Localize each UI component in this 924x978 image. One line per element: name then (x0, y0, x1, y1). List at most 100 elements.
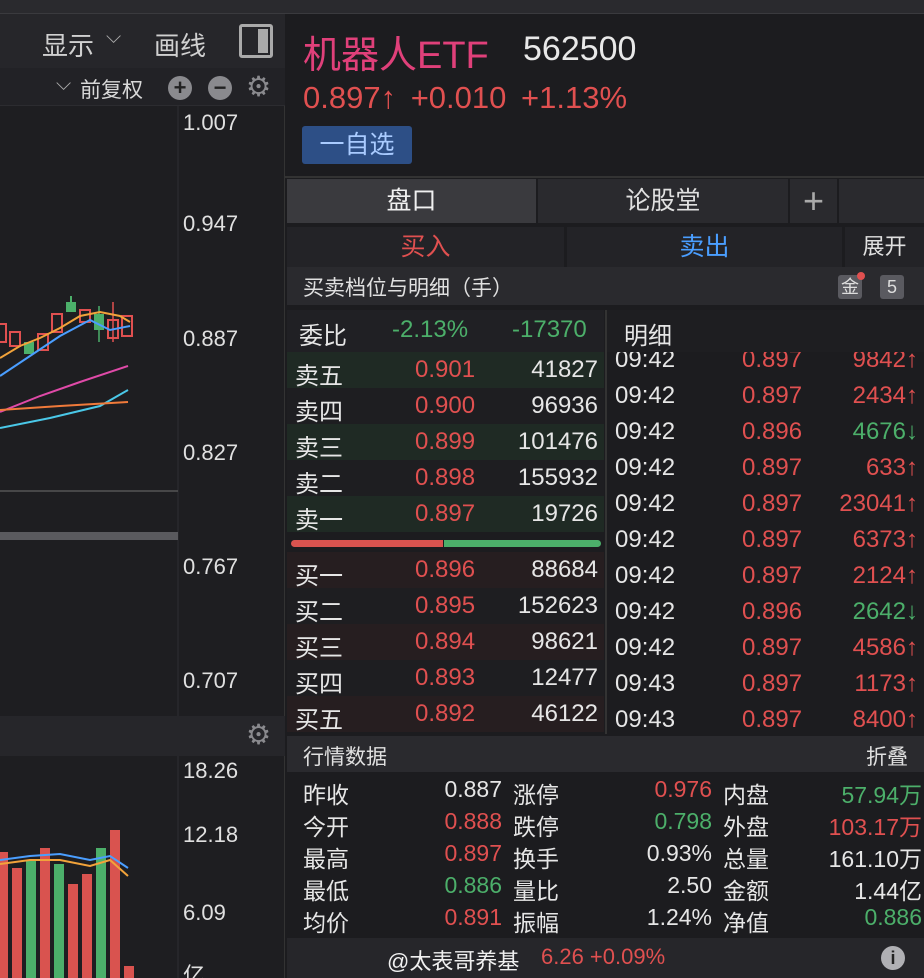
market-field-label: 最高 (303, 846, 349, 872)
bid-row[interactable]: 买五 0.892 46122 (287, 696, 604, 734)
draw-line-button[interactable]: 画线 (154, 26, 206, 63)
chevron-down-icon[interactable]: ⌵ (56, 73, 71, 96)
market-data-grid: 昨收 0.887 涨停 0.976 内盘 57.94万 今开 0.888 跌停 0.798 外盘 10… (287, 776, 924, 936)
tab-pankou[interactable]: 盘口 (287, 179, 536, 223)
divider (285, 176, 924, 178)
depth-level-badge[interactable]: 5 (880, 275, 904, 299)
bid-row[interactable]: 买一 0.896 88684 (287, 552, 604, 590)
ask-row[interactable]: 卖三 0.899 101476 (287, 424, 604, 462)
ask-row[interactable]: 卖五 0.901 41827 (287, 352, 604, 390)
tab-bar-filler (839, 179, 924, 223)
window-top-strip (285, 0, 924, 14)
expand-button[interactable]: 展开 (845, 227, 924, 267)
trade-time: 09:42 (615, 598, 676, 625)
security-name: 机器人ETF (303, 35, 489, 77)
market-field-value: 161.10万 (828, 846, 922, 872)
trade-row: 09:43 0.897 8400↑ (607, 702, 924, 732)
trade-price: 0.897 (742, 634, 803, 661)
market-field-value: 1.24% (646, 904, 712, 930)
trade-volume: 23041↑ (839, 490, 918, 517)
trade-price: 0.897 (742, 352, 803, 373)
market-field-label: 跌停 (513, 814, 559, 840)
bid-row[interactable]: 买二 0.895 152623 (287, 588, 604, 626)
market-field-value: 1.44亿 (854, 878, 922, 904)
trade-time: 09:42 (615, 352, 676, 373)
market-field-label: 昨收 (303, 782, 349, 808)
order-ratio-pct: -2.13% (392, 316, 469, 343)
trade-volume: 4676↓ (852, 418, 918, 445)
trade-time: 09:43 (615, 706, 676, 732)
market-field-label: 量比 (513, 878, 559, 904)
zoom-in-icon[interactable]: + (168, 76, 192, 100)
layout-toggle-icon[interactable] (239, 24, 273, 58)
market-field-label: 总量 (723, 846, 769, 872)
market-field-label: 金额 (723, 878, 769, 904)
trade-volume: 9842↑ (852, 352, 918, 373)
market-field-value: 0.93% (646, 840, 712, 866)
price-line: 0.897↑ +0.010 +1.13% (303, 80, 627, 116)
settings-gear-icon[interactable]: ⚙ (246, 70, 271, 103)
info-icon[interactable]: i (881, 946, 905, 970)
up-arrow-icon: ↑ (380, 80, 397, 115)
trade-time: 09:42 (615, 418, 676, 445)
bid-row[interactable]: 买四 0.893 12477 (287, 660, 604, 698)
price-change: +0.010 (410, 80, 507, 115)
add-watchlist-button[interactable]: 一自选 (302, 126, 412, 164)
security-code: 562500 (523, 30, 637, 68)
trades-list[interactable]: 09:42 0.897 9842↑ 09:42 0.897 2434↑ 09:42 0.896… (607, 352, 924, 732)
trade-volume: 8400↑ (852, 706, 918, 732)
market-data-title: 行情数据 (303, 746, 387, 769)
market-field-value: 0.886 (444, 872, 502, 898)
collapse-button[interactable]: 折叠 (866, 741, 908, 771)
ask-row[interactable]: 卖二 0.898 155932 (287, 460, 604, 498)
index-change-text: 6.26 +0.09% (541, 944, 666, 969)
trade-row: 09:43 0.897 1173↑ (607, 666, 924, 702)
trade-volume: 633↑ (865, 454, 918, 481)
trade-price: 0.897 (742, 490, 803, 517)
price-axis-label: 0.947 (183, 211, 239, 236)
market-field-label: 外盘 (723, 814, 769, 840)
status-bar: @太表哥养基 6.26 +0.09% i (287, 938, 924, 978)
trade-time: 09:43 (615, 670, 676, 697)
add-tab-button[interactable]: + (790, 179, 837, 223)
trade-row: 09:42 0.896 4676↓ (607, 414, 924, 450)
ask-row[interactable]: 卖一 0.897 19726 (287, 496, 604, 534)
trade-row: 09:42 0.897 633↑ (607, 450, 924, 486)
market-field-label: 振幅 (513, 910, 559, 936)
sell-button[interactable]: 卖出 (567, 227, 842, 267)
market-field-value: 2.50 (667, 872, 712, 898)
market-field-value: 0.891 (444, 904, 502, 930)
bid-row[interactable]: 买三 0.894 98621 (287, 624, 604, 662)
market-field-value: 0.976 (654, 776, 712, 802)
trade-price: 0.897 (742, 706, 803, 732)
trade-time: 09:42 (615, 490, 676, 517)
trade-time: 09:42 (615, 382, 676, 409)
adjust-mode-select[interactable]: 前复权 (80, 74, 143, 104)
zoom-out-icon[interactable]: − (208, 76, 232, 100)
market-field-label: 均价 (303, 910, 349, 936)
kline-plot[interactable] (0, 106, 180, 716)
volume-axis-label: 12.18 (183, 822, 239, 847)
price-axis-label: 0.827 (183, 440, 239, 465)
trade-time: 09:42 (615, 634, 676, 661)
settings-gear-icon[interactable]: ⚙ (246, 718, 271, 751)
tab-lungu[interactable]: 论股堂 (538, 179, 788, 223)
ask-row[interactable]: 卖四 0.900 96936 (287, 388, 604, 426)
market-field-label: 涨停 (513, 782, 559, 808)
trade-volume: 2642↓ (852, 598, 918, 625)
trade-row: 09:42 0.897 23041↑ (607, 486, 924, 522)
window-top-strip (0, 0, 285, 14)
bid-ask-strength-bar (291, 540, 443, 547)
chevron-down-icon[interactable]: ⌵ (106, 26, 121, 49)
last-price: 0.897 (303, 80, 381, 115)
trade-time: 09:42 (615, 454, 676, 481)
display-menu-button[interactable]: 显示 (42, 26, 94, 63)
market-field-value: 0.897 (444, 840, 502, 866)
market-data-header: 行情数据 折叠 (287, 736, 924, 772)
level2-badge-icon[interactable]: 金 (838, 272, 865, 299)
volume-plot[interactable] (0, 756, 180, 978)
buy-button[interactable]: 买入 (287, 227, 564, 267)
market-field-value: 0.886 (864, 904, 922, 930)
order-ratio-diff: -17370 (512, 316, 587, 343)
volume-axis-label: 6.09 (183, 900, 226, 925)
